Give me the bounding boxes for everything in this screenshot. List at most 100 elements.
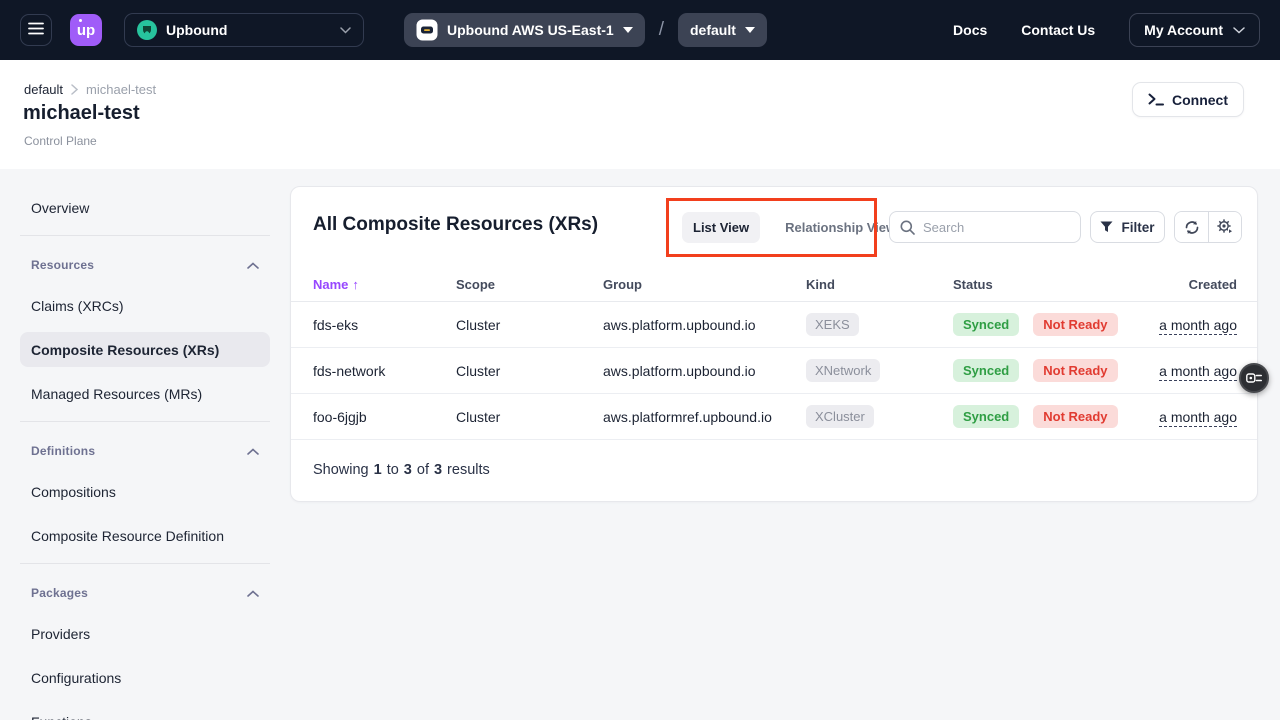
hamburger-icon (28, 22, 44, 38)
sidebar-section-header[interactable]: Packages (20, 576, 270, 610)
auto-refresh-settings-button[interactable] (1208, 212, 1241, 242)
chevron-up-icon (247, 262, 259, 269)
group-selector[interactable]: default (678, 13, 767, 47)
control-plane-selector[interactable]: Upbound AWS US-East-1 (404, 13, 645, 47)
page-subtitle: Control Plane (24, 134, 97, 148)
sort-asc-icon: ↑ (352, 277, 359, 292)
kind-badge: XEKS (806, 313, 859, 336)
cell-group: aws.platformref.upbound.io (603, 409, 806, 425)
created-tooltip-text[interactable]: a month ago (1159, 363, 1237, 381)
top-nav: up Upbound Upbound AWS US-East-1 / defau… (0, 0, 1280, 60)
sidebar-item[interactable]: Providers (20, 616, 270, 651)
view-toggle: List View Relationship View (682, 212, 907, 242)
cell-status: Synced Not Ready (953, 313, 1143, 336)
table-row[interactable]: fds-eks Cluster aws.platform.upbound.io … (291, 302, 1257, 348)
sidebar-item-label: Providers (31, 626, 90, 642)
sidebar-item-label: Overview (31, 200, 89, 216)
refresh-icon (1184, 220, 1200, 235)
view-toggle-option[interactable]: List View (682, 212, 760, 243)
sidebar-item-label: Functions (31, 714, 92, 720)
status-badge: Synced (953, 313, 1019, 336)
table-row[interactable]: foo-6jgjb Cluster aws.platformref.upboun… (291, 394, 1257, 440)
control-plane-label: Upbound AWS US-East-1 (447, 22, 614, 38)
sidebar-divider (20, 563, 270, 564)
column-header-kind[interactable]: Kind (806, 277, 953, 292)
control-plane-icon (416, 19, 438, 41)
table-body: fds-eks Cluster aws.platform.upbound.io … (291, 302, 1257, 440)
breadcrumb-chevron-icon (71, 84, 78, 95)
resources-card: All Composite Resources (XRs) List View … (290, 186, 1258, 502)
nav-link[interactable]: Docs (953, 22, 987, 38)
cell-name: foo-6jgjb (313, 409, 456, 425)
column-header-status[interactable]: Status (953, 277, 1143, 292)
menu-button[interactable] (20, 14, 52, 46)
sidebar-item[interactable]: Configurations (20, 660, 270, 695)
upbound-logo[interactable]: up (70, 14, 102, 46)
status-badge: Synced (953, 405, 1019, 428)
column-header-group[interactable]: Group (603, 277, 806, 292)
org-selector-label: Upbound (166, 22, 331, 38)
search-icon (900, 220, 915, 235)
triangle-down-icon (745, 27, 755, 33)
logo-text: up (77, 22, 95, 39)
sidebar-item[interactable]: Composite Resources (XRs) (20, 332, 270, 367)
cell-group: aws.platform.upbound.io (603, 317, 806, 333)
breadcrumb-parent-link[interactable]: default (24, 82, 63, 97)
breadcrumb: default michael-test (24, 82, 156, 97)
sidebar-divider (20, 421, 270, 422)
column-header-name[interactable]: Name ↑ (313, 277, 456, 292)
chevron-up-icon (247, 448, 259, 455)
cell-status: Synced Not Ready (953, 359, 1143, 382)
table-row[interactable]: fds-network Cluster aws.platform.upbound… (291, 348, 1257, 394)
sidebar-item-label: Claims (XRCs) (31, 298, 124, 314)
column-header-scope[interactable]: Scope (456, 277, 603, 292)
page-title: michael-test (23, 102, 140, 125)
cell-group: aws.platform.upbound.io (603, 363, 806, 379)
sidebar: Overview Resources Claims (XRCs) Composi… (20, 190, 270, 720)
sidebar-item-label: Configurations (31, 670, 121, 686)
sidebar-item-label: Managed Resources (MRs) (31, 386, 202, 402)
sidebar-section: Packages Providers Configurations Functi… (20, 563, 270, 720)
feedback-widget-button[interactable] (1239, 363, 1269, 393)
cell-scope: Cluster (456, 409, 603, 425)
sidebar-item[interactable]: Compositions (20, 474, 270, 509)
my-account-button[interactable]: My Account (1129, 13, 1260, 47)
sidebar-divider (20, 235, 270, 236)
cell-scope: Cluster (456, 317, 603, 333)
view-toggle-option[interactable]: Relationship View (774, 212, 907, 243)
filter-button[interactable]: Filter (1090, 211, 1165, 243)
status-badge: Not Ready (1033, 313, 1117, 336)
cell-scope: Cluster (456, 363, 603, 379)
sidebar-item-overview[interactable]: Overview (20, 190, 270, 225)
nav-link[interactable]: Contact Us (1021, 22, 1095, 38)
cell-name: fds-network (313, 363, 456, 379)
kind-badge: XNetwork (806, 359, 880, 382)
sidebar-section-header[interactable]: Resources (20, 248, 270, 282)
filter-funnel-icon (1100, 221, 1113, 233)
search-input[interactable] (923, 220, 1053, 235)
kind-badge: XCluster (806, 405, 874, 428)
status-badge: Not Ready (1033, 405, 1117, 428)
created-tooltip-text[interactable]: a month ago (1159, 409, 1237, 427)
sidebar-item[interactable]: Claims (XRCs) (20, 288, 270, 323)
triangle-down-icon (623, 27, 633, 33)
column-header-created[interactable]: Created (1189, 277, 1237, 292)
refresh-button[interactable] (1175, 212, 1208, 242)
status-badge: Synced (953, 359, 1019, 382)
my-account-label: My Account (1144, 22, 1223, 38)
results-summary: Showing 1 to 3 of 3 results (291, 440, 1257, 499)
sidebar-item[interactable]: Managed Resources (MRs) (20, 376, 270, 411)
breadcrumb-current: michael-test (86, 82, 156, 97)
sidebar-item[interactable]: Composite Resource Definition (20, 518, 270, 553)
sidebar-section-header[interactable]: Definitions (20, 434, 270, 468)
card-header: All Composite Resources (XRs) List View … (291, 187, 1257, 267)
created-tooltip-text[interactable]: a month ago (1159, 317, 1237, 335)
page-header: default michael-test michael-test Contro… (0, 60, 1280, 169)
connect-label: Connect (1172, 92, 1228, 108)
cell-created: a month ago (1159, 363, 1237, 379)
connect-button[interactable]: Connect (1132, 82, 1244, 117)
org-selector[interactable]: Upbound (124, 13, 364, 47)
feedback-form-icon (1246, 372, 1262, 384)
sidebar-item[interactable]: Functions (20, 704, 270, 720)
sidebar-section-items: Compositions Composite Resource Definiti… (20, 474, 270, 553)
